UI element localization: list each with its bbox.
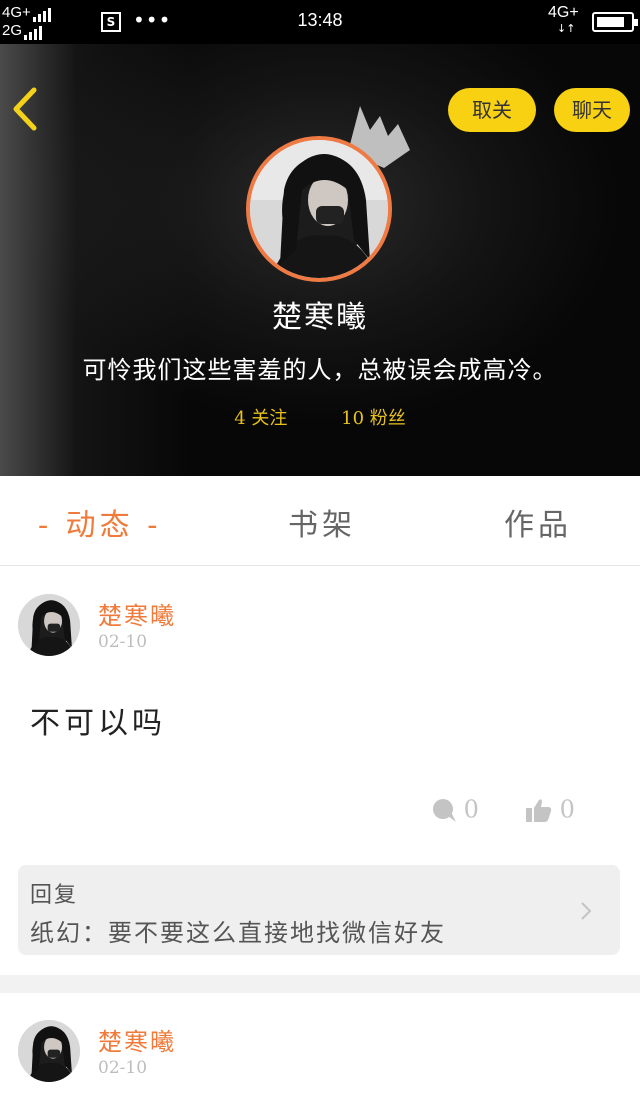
network-type-right: 4G+ [548, 4, 579, 21]
profile-name: 楚寒曦 [272, 300, 368, 335]
avatar-image [250, 140, 388, 278]
profile-header: 取关 聊天 楚寒曦 可怜我们这些害羞的人，总被误会成高冷。 4 关注 10 粉丝 [0, 44, 640, 476]
profile-stats: 4 关注 10 粉丝 [0, 404, 640, 430]
thumbs-up-icon [526, 798, 552, 822]
post-avatar[interactable] [18, 1020, 80, 1082]
tab-works[interactable]: 作品 [504, 500, 572, 544]
post-content: 不可以吗 [30, 706, 166, 741]
profile-bio: 可怜我们这些害羞的人，总被误会成高冷。 [82, 356, 558, 384]
like-count: 0 [559, 795, 575, 824]
back-button[interactable] [10, 86, 40, 132]
chevron-right-icon [581, 902, 592, 920]
avatar-image [18, 1020, 80, 1082]
like-button[interactable]: 0 [526, 794, 575, 824]
comment-count: 0 [463, 795, 479, 824]
post-date: 02-10 [98, 1058, 148, 1078]
post-date: 02-10 [98, 632, 148, 652]
reply-text: 纸幻：要不要这么直接地找微信好友 [30, 919, 446, 947]
chevron-left-icon [13, 87, 37, 131]
reply-label: 回复 [30, 883, 79, 908]
battery-fill [597, 17, 625, 27]
followers-count[interactable]: 10 粉丝 [341, 408, 406, 429]
battery-icon [592, 12, 638, 32]
tab-activity[interactable]: - 动态 - [38, 500, 161, 544]
unfollow-button[interactable]: 取关 [448, 88, 536, 132]
profile-avatar[interactable] [246, 136, 392, 282]
status-bar: 4G+ 2G S ••• 13:48 4G+ ↓↑ [0, 0, 640, 44]
post-avatar[interactable] [18, 594, 80, 656]
comment-icon [433, 798, 456, 822]
post-divider [0, 975, 640, 993]
avatar-image [18, 594, 80, 656]
post-author[interactable]: 楚寒曦 [98, 1022, 176, 1057]
tab-bookshelf[interactable]: 书架 [288, 500, 356, 544]
profile-tabs: - 动态 - 书架 作品 [0, 476, 640, 566]
chat-button[interactable]: 聊天 [554, 88, 630, 132]
clock: 13:48 [297, 10, 343, 30]
reply-box[interactable]: 回复 纸幻：要不要这么直接地找微信好友 [18, 865, 620, 955]
post-author[interactable]: 楚寒曦 [98, 596, 176, 631]
comment-button[interactable]: 0 [432, 794, 479, 824]
data-arrows-icon: ↓↑ [557, 22, 576, 35]
following-count[interactable]: 4 关注 [234, 408, 287, 429]
